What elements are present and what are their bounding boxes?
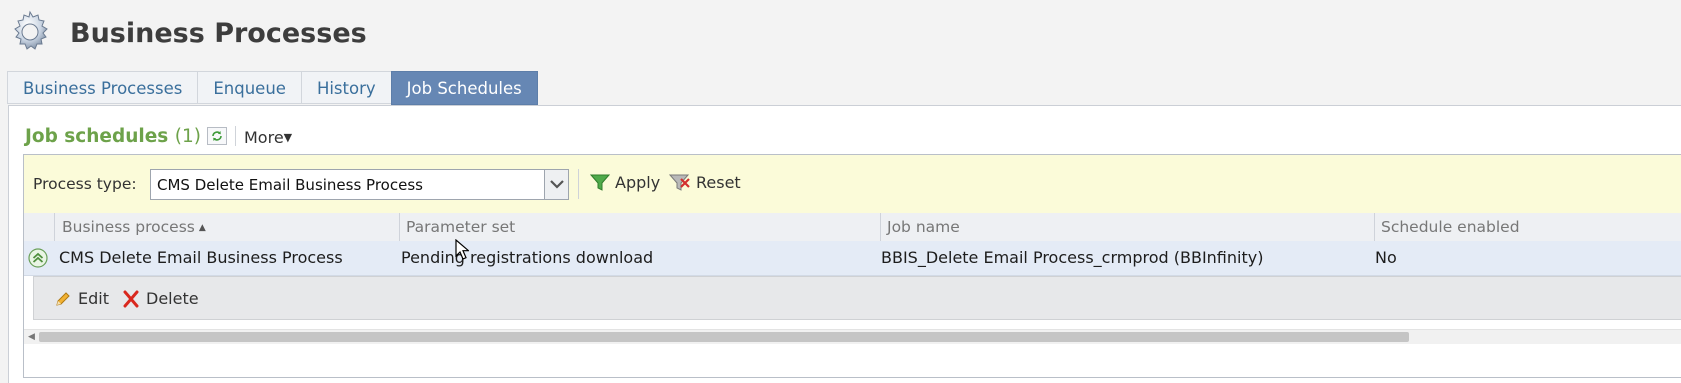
cell-parameter-set: Pending registrations download xyxy=(401,248,654,267)
column-divider[interactable] xyxy=(1374,213,1375,241)
reset-button[interactable]: Reset xyxy=(669,173,741,192)
edit-label: Edit xyxy=(78,289,109,308)
scrollbar-thumb[interactable] xyxy=(39,332,1409,342)
edit-button[interactable]: Edit xyxy=(54,289,109,308)
section-title: Job schedules (1) xyxy=(25,126,201,147)
tab-bar: Business Processes Enqueue History Job S… xyxy=(7,71,538,105)
section-title-text: Job schedules xyxy=(25,126,169,147)
collapse-row-icon[interactable] xyxy=(28,248,48,268)
pencil-icon xyxy=(56,291,70,306)
dropdown-button[interactable] xyxy=(544,169,569,200)
column-header-parameter-set[interactable]: Parameter set xyxy=(406,213,515,241)
job-schedules-panel: Job schedules (1) More▼ Process type: CM… xyxy=(8,105,1681,383)
column-header-business-process[interactable]: Business process ▲ xyxy=(62,213,206,241)
tab-history[interactable]: History xyxy=(300,71,391,104)
scroll-left-icon[interactable]: ◀ xyxy=(28,332,35,342)
delete-label: Delete xyxy=(146,289,199,308)
more-menu[interactable]: More▼ xyxy=(244,128,292,147)
filter-icon xyxy=(590,174,610,191)
mouse-cursor-icon xyxy=(455,239,469,260)
column-divider[interactable] xyxy=(399,213,400,241)
delete-button[interactable]: Delete xyxy=(122,289,199,308)
reset-label: Reset xyxy=(696,173,741,192)
more-label: More xyxy=(244,128,284,147)
filter-bar: Process type: CMS Delete Email Business … xyxy=(24,155,1681,214)
apply-label: Apply xyxy=(615,173,661,192)
column-divider xyxy=(54,213,55,241)
sort-ascending-icon: ▲ xyxy=(198,223,206,233)
gear-icon xyxy=(14,10,48,50)
filter-divider xyxy=(578,169,579,199)
row-action-bar: Edit Delete xyxy=(33,276,1681,320)
column-header-job-name[interactable]: Job name xyxy=(887,213,960,241)
tab-job-schedules[interactable]: Job Schedules xyxy=(390,71,538,105)
column-header-row: Business process ▲ Parameter set Job name… xyxy=(24,213,1681,242)
cell-business-process: CMS Delete Email Business Process xyxy=(59,248,343,267)
tab-business-processes[interactable]: Business Processes xyxy=(7,71,198,104)
table-row[interactable]: CMS Delete Email Business Process Pendin… xyxy=(24,241,1681,276)
clear-filter-icon xyxy=(669,174,690,191)
process-type-label: Process type: xyxy=(33,175,137,193)
cell-job-name: BBIS_Delete Email Process_crmprod (BBInf… xyxy=(881,248,1264,267)
apply-button[interactable]: Apply xyxy=(590,173,660,192)
refresh-button[interactable] xyxy=(207,127,227,145)
horizontal-scrollbar[interactable]: ◀ xyxy=(24,329,1681,344)
column-header-schedule-enabled[interactable]: Schedule enabled xyxy=(1381,213,1520,241)
refresh-icon xyxy=(212,131,222,141)
page-title: Business Processes xyxy=(70,18,367,49)
job-schedules-grid: Process type: CMS Delete Email Business … xyxy=(23,154,1681,378)
record-count: (1) xyxy=(174,126,201,147)
tab-enqueue[interactable]: Enqueue xyxy=(197,71,301,104)
column-label: Business process xyxy=(62,218,195,236)
caret-down-icon: ▼ xyxy=(283,131,293,144)
page-header: Business Processes xyxy=(0,0,1681,72)
process-type-select[interactable]: CMS Delete Email Business Process xyxy=(150,169,568,200)
cell-schedule-enabled: No xyxy=(1375,248,1397,267)
delete-x-icon xyxy=(123,290,139,307)
column-divider[interactable] xyxy=(880,213,881,241)
toolbar-divider xyxy=(235,126,236,146)
chevron-down-icon xyxy=(550,180,564,189)
